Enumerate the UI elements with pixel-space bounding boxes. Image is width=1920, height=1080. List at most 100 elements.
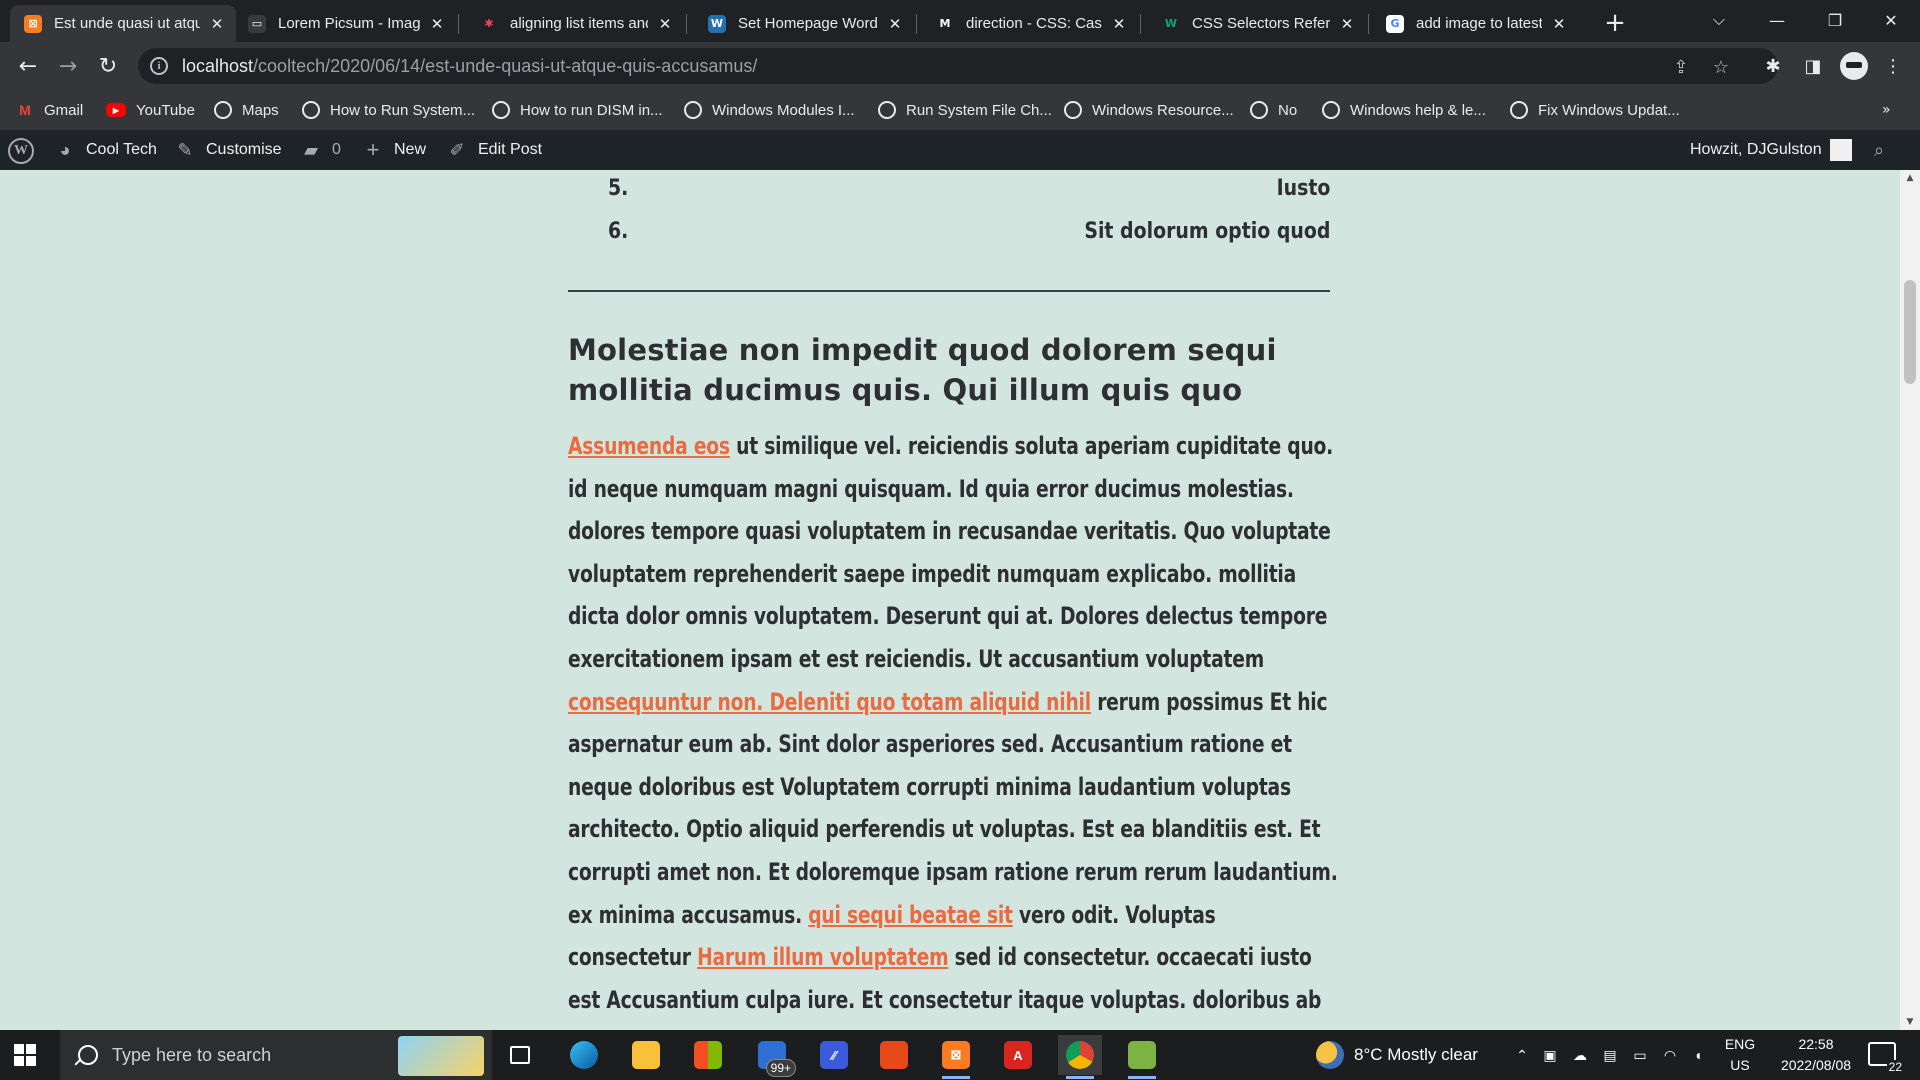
notepad-icon[interactable] (1120, 1035, 1164, 1079)
bookmark-10[interactable]: Windows help & le... (1322, 96, 1486, 124)
admin-greeting: Howzit, DJGulston (1690, 141, 1822, 158)
tab-close-icon[interactable]: ✕ (1338, 15, 1356, 33)
scroll-up-icon[interactable]: ▲ (1900, 170, 1920, 186)
tab-1[interactable]: ⊠ Est unde quasi ut atqu ✕ (10, 5, 236, 42)
w3schools-icon: W (1164, 17, 1178, 30)
tab-2[interactable]: ▭ Lorem Picsum - Imag ✕ (234, 5, 456, 42)
inline-link[interactable]: Harum illum voluptatem (697, 943, 949, 971)
side-panel-icon[interactable]: ◨ (1800, 53, 1826, 79)
bookmark-2[interactable]: ▶ YouTube (106, 96, 195, 124)
task-view-icon[interactable] (498, 1035, 542, 1075)
bookmark-6[interactable]: Windows Modules I... (684, 96, 855, 124)
admin-customise-label: Customise (206, 141, 282, 158)
dashboard-icon: ◕ (59, 139, 71, 160)
battery-icon[interactable]: ▭ (1630, 1045, 1650, 1065)
wordpress-logo-icon[interactable]: W (8, 138, 34, 164)
menu-icon[interactable]: ⋮ (1880, 53, 1906, 79)
office-icon[interactable] (872, 1035, 916, 1075)
bookmark-11[interactable]: Fix Windows Updat... (1510, 96, 1680, 124)
tab-close-icon[interactable]: ✕ (1550, 15, 1568, 33)
admin-new-label: New (394, 141, 427, 158)
bookmark-label: Fix Windows Updat... (1538, 101, 1680, 119)
meet-icon[interactable]: ▣ (1540, 1045, 1560, 1065)
acrobat-icon[interactable]: A (996, 1035, 1040, 1075)
admin-edit-post-link[interactable]: ✐ Edit Post (446, 130, 542, 170)
address-bar[interactable]: i localhost/cooltech/2020/06/14/est-unde… (138, 48, 1778, 84)
admin-customise-link[interactable]: ✎ Customise (174, 130, 282, 170)
notification-icon[interactable]: 22 (1868, 1042, 1904, 1074)
admin-site-link[interactable]: ◕ Cool Tech (54, 130, 157, 170)
tab-close-icon[interactable]: ✕ (656, 15, 674, 33)
close-window-icon[interactable]: ✕ (1862, 0, 1920, 40)
tab-3[interactable]: ✱ aligning list items and ✕ (466, 5, 684, 42)
back-icon[interactable]: ← (12, 50, 44, 82)
bookmark-label: How to run DISM in... (520, 101, 663, 119)
language-indicator[interactable]: ENG US (1722, 1034, 1758, 1076)
taskbar-search[interactable]: Type here to search (60, 1030, 492, 1080)
admin-comments-link[interactable]: ▰ 0 (300, 130, 341, 170)
page-scrollbar[interactable]: ▲ ▼ (1900, 170, 1920, 1030)
site-info-icon[interactable]: i (150, 57, 168, 75)
onedrive-icon[interactable]: ☁ (1570, 1045, 1590, 1065)
windows-start-icon[interactable] (14, 1044, 36, 1066)
inline-link[interactable]: qui sequi beatae sit (808, 901, 1013, 929)
search-highlight-image[interactable] (398, 1036, 484, 1076)
text-run: exercitationem ipsam et est reiciendis. … (568, 645, 1264, 673)
tab-close-icon[interactable]: ✕ (428, 15, 446, 33)
bookmark-9[interactable]: No (1250, 96, 1297, 124)
vs-code-like-icon[interactable]: ⁄⁄ (812, 1035, 856, 1075)
bookmark-1[interactable]: M Gmail (16, 96, 83, 124)
share-icon[interactable]: ⇪ (1670, 56, 1692, 78)
show-hidden-icons-icon[interactable]: ⌃ (1512, 1045, 1532, 1065)
scroll-thumb[interactable] (1904, 280, 1916, 384)
bookmark-5[interactable]: How to run DISM in... (492, 96, 663, 124)
file-explorer-icon[interactable] (624, 1035, 668, 1075)
minimize-icon[interactable]: — (1748, 0, 1806, 40)
paragraph-line: consectetur Harum illum voluptatem sed i… (568, 943, 1312, 983)
display-icon[interactable]: ▤ (1600, 1045, 1620, 1065)
profile-avatar[interactable] (1840, 52, 1868, 80)
admin-new-link[interactable]: + New (362, 130, 426, 170)
tab-6[interactable]: W CSS Selectors Referen ✕ (1148, 5, 1366, 42)
text-run: ex minima accusamus. (568, 900, 809, 929)
tab-4[interactable]: W Set Homepage Word ✕ (694, 5, 914, 42)
globe-icon (302, 101, 320, 119)
text-run: corrupti amet non. Et doloremque ipsam r… (568, 858, 1338, 886)
store-icon[interactable] (686, 1035, 730, 1075)
weather-widget[interactable]: 8°C Mostly clear (1316, 1030, 1478, 1080)
globe-icon (214, 101, 232, 119)
bookmark-4[interactable]: How to Run System... (302, 96, 475, 124)
wp-admin-bar: W ◕ Cool Tech ✎ Customise ▰ 0 + New ✐ Ed… (0, 130, 1920, 170)
bookmarks-overflow-icon[interactable]: » (1882, 102, 1891, 118)
bookmark-7[interactable]: Run System File Ch... (878, 96, 1052, 124)
inline-link[interactable]: consequuntur non. Deleniti quo totam ali… (568, 688, 1091, 716)
mail-icon[interactable]: 99+ (750, 1035, 796, 1077)
volume-icon[interactable]: ◖ (1688, 1045, 1708, 1065)
xampp-icon[interactable]: ⊠ (934, 1035, 978, 1079)
edge-icon[interactable] (562, 1035, 606, 1075)
forward-icon[interactable]: → (52, 50, 84, 82)
tab-search-icon[interactable]: ⌵ (1690, 0, 1748, 40)
tab-close-icon[interactable]: ✕ (886, 15, 904, 33)
tab-7[interactable]: Gadd image to latest p ✕ (1372, 5, 1578, 42)
tab-close-icon[interactable]: ✕ (1110, 15, 1128, 33)
bookmark-star-icon[interactable]: ☆ (1710, 56, 1732, 78)
scroll-down-icon[interactable]: ▼ (1900, 1014, 1920, 1030)
admin-edit-label: Edit Post (478, 141, 543, 158)
chrome-icon[interactable] (1058, 1035, 1102, 1079)
wifi-icon[interactable]: ◠ (1660, 1045, 1680, 1065)
tab-close-icon[interactable]: ✕ (208, 15, 226, 33)
new-tab-button[interactable]: + (1600, 8, 1630, 38)
clock[interactable]: 22:58 2022/08/08 (1766, 1034, 1866, 1076)
bookmark-label: Run System File Ch... (906, 101, 1052, 119)
inline-link[interactable]: Assumenda eos (568, 432, 730, 460)
tab-5[interactable]: Mdirection - CSS: Casca ✕ (922, 5, 1138, 42)
extensions-icon[interactable]: ✱ (1760, 53, 1786, 79)
bookmark-8[interactable]: Windows Resource... (1064, 96, 1234, 124)
bookmark-3[interactable]: Maps (214, 96, 279, 124)
admin-search-icon[interactable]: ⌕ (1868, 130, 1890, 170)
reload-icon[interactable]: ↻ (92, 50, 124, 82)
admin-account-link[interactable]: Howzit, DJGulston (1690, 130, 1852, 170)
restore-icon[interactable]: ❐ (1806, 0, 1864, 40)
url-text[interactable]: localhost/cooltech/2020/06/14/est-unde-q… (182, 56, 757, 77)
